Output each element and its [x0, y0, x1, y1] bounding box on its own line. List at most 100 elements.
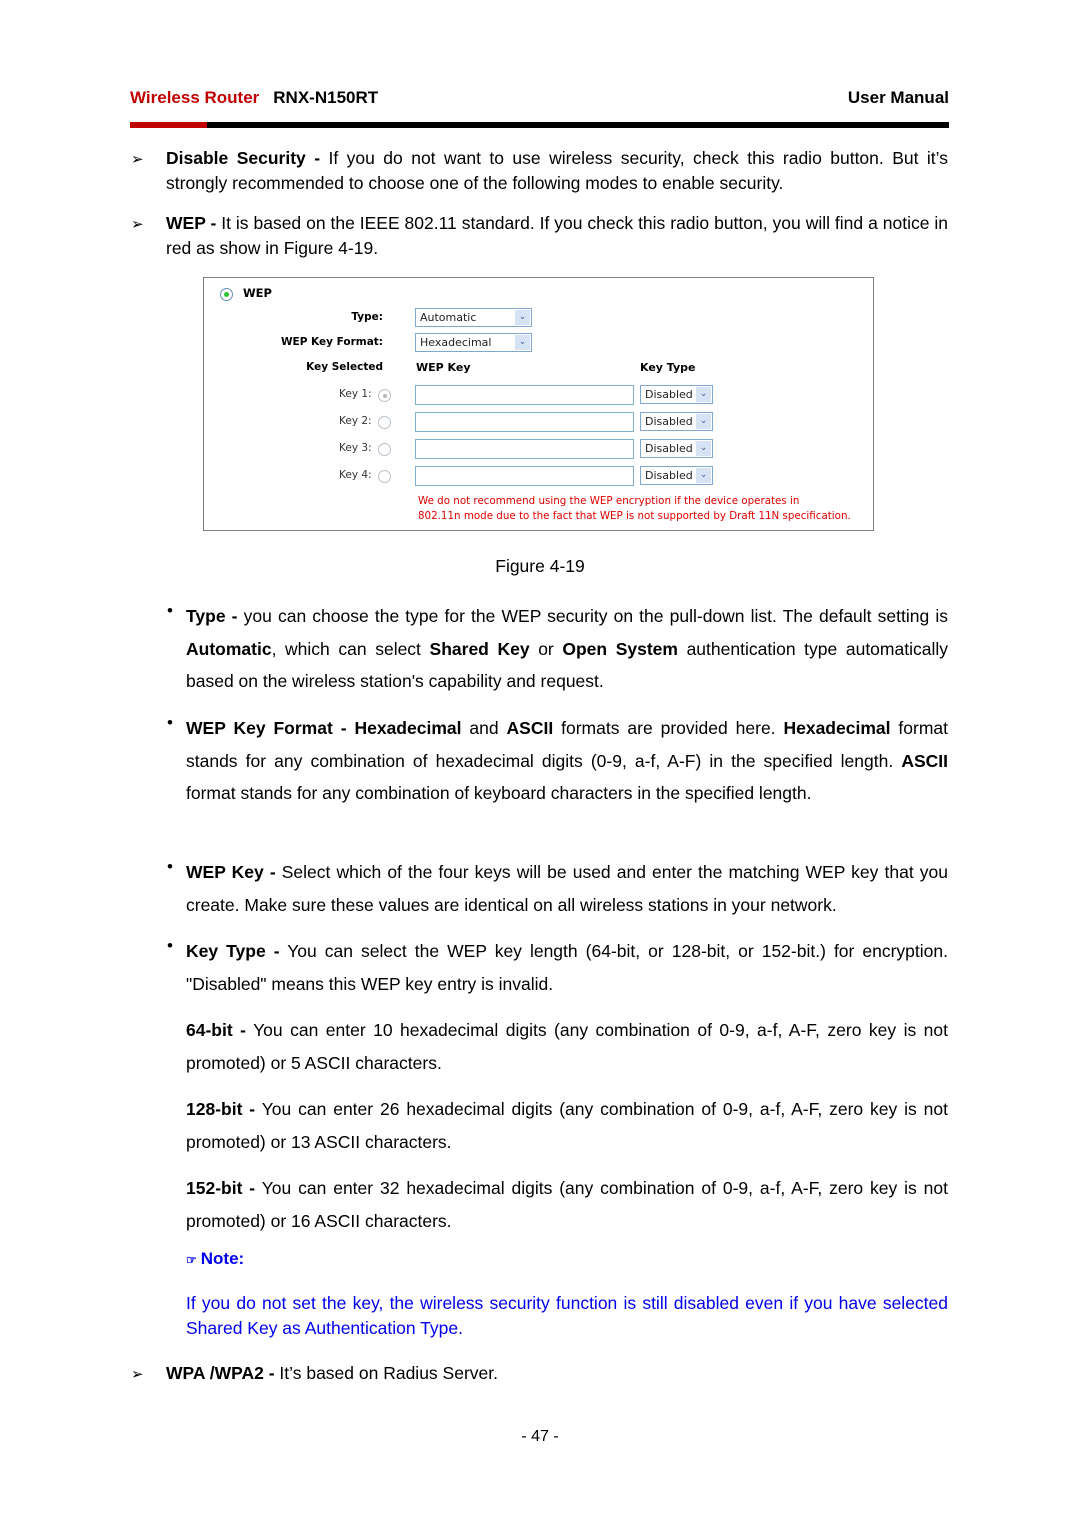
emphasis: Open System — [562, 638, 678, 659]
emphasis: Shared Key — [429, 638, 530, 659]
key-3-radio[interactable] — [378, 443, 391, 456]
key-type-value: Disabled — [645, 442, 693, 455]
key-1-label: Key 1: — [339, 388, 372, 400]
radio-selected-dot — [382, 393, 387, 398]
emphasis: ASCII — [901, 750, 948, 771]
wep-key-format-label: WEP Key Format: — [280, 336, 383, 348]
key-type-value: Disabled — [645, 415, 693, 428]
emphasis: Hexadecimal — [783, 718, 891, 738]
type-select[interactable]: Automatic ⌄ — [415, 308, 532, 327]
note-text: If you do not set the key, the wireless … — [186, 1293, 948, 1338]
wep-label: WEP — [243, 286, 272, 300]
bullet-type: Type - you can choose the type for the W… — [186, 600, 948, 698]
term: 152-bit - — [186, 1178, 256, 1198]
key-4-type-select[interactable]: Disabled ⌄ — [640, 466, 713, 485]
wep-warning-notice: We do not recommend using the WEP encryp… — [418, 494, 851, 524]
wep-settings-figure: WEP Type: Automatic ⌄ WEP Key Format: He… — [203, 277, 874, 531]
text: You can enter 10 hexadecimal digits (any… — [186, 1020, 948, 1073]
emphasis: ASCII — [506, 718, 554, 738]
note-heading: ☞ Note: — [186, 1249, 244, 1269]
warning-line: We do not recommend using the WEP encryp… — [418, 495, 800, 507]
key-1-radio[interactable] — [378, 389, 391, 402]
emphasis: Automatic — [186, 638, 272, 659]
bullet-key-type: Key Type - You can select the WEP key le… — [186, 935, 948, 1000]
chevron-down-icon: ⌄ — [515, 335, 530, 350]
text: Select which of the four keys will be us… — [186, 862, 948, 915]
header-brand: Wireless Router — [130, 88, 260, 107]
page-header: Wireless Router RNX-N150RT User Manual — [130, 88, 949, 112]
wep-key-header: WEP Key — [416, 361, 471, 374]
header-model: RNX-N150RT — [273, 88, 379, 107]
arrow-bullet-icon: ➢ — [131, 151, 144, 168]
bullet-wep-key-format: WEP Key Format - Hexadecimal and ASCII f… — [186, 712, 948, 810]
key-4-radio[interactable] — [378, 470, 391, 483]
key-1-type-select[interactable]: Disabled ⌄ — [640, 385, 713, 404]
term: Type - — [186, 606, 238, 626]
item-wpa-wpa2: WPA /WPA2 - It’s based on Radius Server. — [166, 1361, 948, 1386]
warning-line: 802.11n mode due to the fact that WEP is… — [418, 510, 851, 522]
term: Disable Security - — [166, 148, 321, 168]
bullet-wep-key: WEP Key - Select which of the four keys … — [186, 856, 948, 921]
radio-selected-dot — [224, 292, 229, 297]
chevron-down-icon: ⌄ — [696, 441, 711, 456]
type-value: Automatic — [420, 311, 477, 324]
chevron-down-icon: ⌄ — [696, 414, 711, 429]
term: WEP Key Format - — [186, 718, 347, 738]
bullet-icon: • — [167, 601, 173, 620]
text: and — [461, 718, 507, 738]
text: It’s based on Radius Server. — [274, 1363, 498, 1383]
bullet-icon: • — [167, 713, 173, 732]
term: WEP Key - — [186, 862, 276, 882]
text: You can enter 32 hexadecimal digits (any… — [186, 1178, 948, 1231]
description: It is based on the IEEE 802.11 standard.… — [166, 213, 948, 258]
arrow-bullet-icon: ➢ — [131, 216, 144, 233]
header-title: Wireless Router RNX-N150RT — [130, 88, 378, 108]
key-selected-header: Key Selected — [306, 361, 383, 373]
key-2-label: Key 2: — [339, 415, 372, 427]
text: You can select the WEP key length (64-bi… — [186, 941, 948, 994]
key-2-input[interactable] — [415, 412, 634, 432]
text: or — [529, 638, 563, 659]
key-1-input[interactable] — [415, 385, 634, 405]
key-type-value: Disabled — [645, 469, 693, 482]
key-type-value: Disabled — [645, 388, 693, 401]
text: You can enter 26 hexadecimal digits (any… — [186, 1099, 948, 1152]
bit-152-item: 152-bit - You can enter 32 hexadecimal d… — [186, 1172, 948, 1237]
page-number: - 47 - — [521, 1428, 559, 1445]
chevron-down-icon: ⌄ — [515, 310, 530, 325]
bit-128-item: 128-bit - You can enter 26 hexadecimal d… — [186, 1093, 948, 1158]
term: 64-bit - — [186, 1020, 246, 1040]
key-4-label: Key 4: — [339, 469, 372, 481]
key-3-label: Key 3: — [339, 442, 372, 454]
key-type-header: Key Type — [640, 361, 696, 374]
key-2-radio[interactable] — [378, 416, 391, 429]
arrow-bullet-icon: ➢ — [131, 1366, 144, 1383]
figure-caption: Figure 4-19 — [495, 556, 585, 576]
chevron-down-icon: ⌄ — [696, 387, 711, 402]
chevron-down-icon: ⌄ — [696, 468, 711, 483]
header-doc-type: User Manual — [847, 88, 949, 107]
bullet-icon: • — [167, 936, 173, 955]
text: you can choose the type for the WEP secu… — [237, 606, 948, 626]
term: 128-bit - — [186, 1099, 256, 1119]
type-label: Type: — [351, 311, 383, 323]
term: Key Type - — [186, 941, 280, 961]
key-3-input[interactable] — [415, 439, 634, 459]
pointing-hand-icon: ☞ — [186, 1253, 197, 1267]
wep-key-format-select[interactable]: Hexadecimal ⌄ — [415, 333, 532, 352]
bit-64-item: 64-bit - You can enter 10 hexadecimal di… — [186, 1014, 948, 1079]
text: , which can select — [271, 638, 430, 659]
term: WPA /WPA2 - — [166, 1363, 275, 1383]
term: WEP - — [166, 213, 217, 233]
key-4-input[interactable] — [415, 466, 634, 486]
key-3-type-select[interactable]: Disabled ⌄ — [640, 439, 713, 458]
text: formats are provided here. — [553, 718, 784, 738]
note-title: Note: — [200, 1249, 245, 1268]
item-disable-security: Disable Security - If you do not want to… — [166, 146, 948, 196]
text: format stands for any combination of key… — [186, 783, 812, 803]
wep-radio[interactable] — [220, 288, 233, 301]
header-rule — [130, 122, 949, 128]
bullet-icon: • — [167, 857, 173, 876]
key-2-type-select[interactable]: Disabled ⌄ — [640, 412, 713, 431]
item-wep: WEP - It is based on the IEEE 802.11 sta… — [166, 211, 948, 261]
